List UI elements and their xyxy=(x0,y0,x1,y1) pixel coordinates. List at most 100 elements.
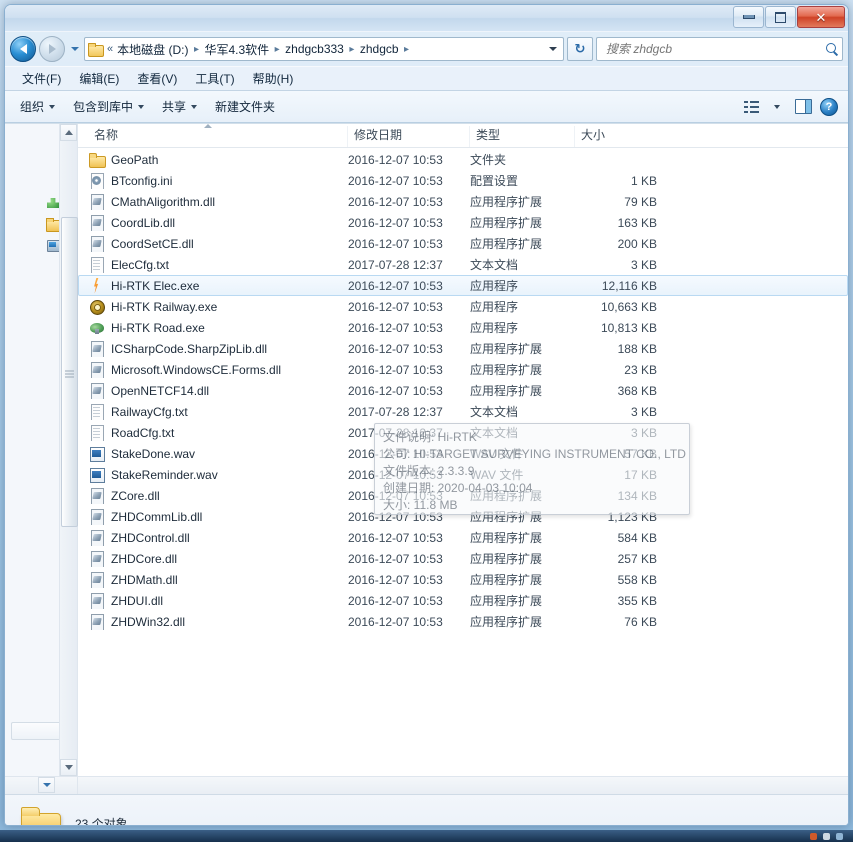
table-row[interactable]: ZHDWin32.dll 2016-12-07 10:53 应用程序扩展 76 KB xyxy=(78,611,848,632)
file-name-label: GeoPath xyxy=(111,152,159,167)
close-button[interactable]: ✕ xyxy=(797,6,845,28)
table-row[interactable]: ZHDUI.dll 2016-12-07 10:53 应用程序扩展 355 KB xyxy=(78,590,848,611)
file-name-cell: BTconfig.ini xyxy=(89,172,348,189)
column-header-size[interactable]: 大小 xyxy=(574,126,670,147)
chevron-down-icon xyxy=(138,104,145,109)
table-row[interactable]: Microsoft.WindowsCE.Forms.dll 2016-12-07 … xyxy=(78,359,848,380)
menu-help[interactable]: 帮助(H) xyxy=(244,67,303,90)
include-in-library-button[interactable]: 包含到库中 xyxy=(64,94,153,119)
breadcrumb-overflow[interactable]: « xyxy=(105,43,115,55)
file-name-label: BTconfig.ini xyxy=(111,173,173,188)
dll-file-icon xyxy=(89,193,105,210)
table-row[interactable]: RailwayCfg.txt 2017-07-28 12:37 文本文档 3 KB xyxy=(78,401,848,422)
file-type-cell: 应用程序扩展 xyxy=(470,594,543,608)
text-file-icon xyxy=(89,403,105,420)
file-type-cell: 应用程序 xyxy=(470,300,519,314)
back-button[interactable] xyxy=(10,36,36,62)
table-row[interactable]: RoadCfg.txt 2017-07-28 12:37 文本文档 3 KB xyxy=(78,422,848,443)
table-row[interactable]: ZHDMath.dll 2016-12-07 10:53 应用程序扩展 558 KB xyxy=(78,569,848,590)
table-row[interactable]: ICSharpCode.SharpZipLib.dll 2016-12-07 10… xyxy=(78,338,848,359)
breadcrumb-item-1[interactable]: 华军4.3软件 xyxy=(202,39,271,60)
breadcrumb-separator[interactable]: ▸ xyxy=(401,44,413,55)
status-item-count: 23 个对象 xyxy=(75,817,128,826)
navpane-dropdown-button[interactable] xyxy=(38,777,55,793)
breadcrumb-item-3[interactable]: zhdgcb xyxy=(358,40,401,58)
table-row[interactable]: ZCore.dll 2016-12-07 10:53 应用程序扩展 134 KB xyxy=(78,485,848,506)
column-header-name[interactable]: 名称 xyxy=(88,124,347,147)
tray-icon-2[interactable] xyxy=(823,832,830,840)
new-folder-button[interactable]: 新建文件夹 xyxy=(206,94,284,119)
file-name-cell: GeoPath xyxy=(89,152,348,168)
table-row[interactable]: OpenNETCF14.dll 2016-12-07 10:53 应用程序扩展 368… xyxy=(78,380,848,401)
menu-file[interactable]: 文件(F) xyxy=(13,67,70,90)
file-rows: GeoPath 2016-12-07 10:53 文件夹 BTconfig.ini 20… xyxy=(78,148,848,632)
table-row[interactable]: StakeReminder.wav 2016-12-07 10:53 WAV 文件 1… xyxy=(78,464,848,485)
help-icon: ? xyxy=(820,97,838,116)
table-row[interactable]: Hi-RTK Railway.exe 2016-12-07 10:53 应用程序 10… xyxy=(78,296,848,317)
table-row[interactable]: ZHDCommLib.dll 2016-12-07 10:53 应用程序扩展 1,12… xyxy=(78,506,848,527)
file-date-cell: 2017-07-28 12:37 xyxy=(348,404,443,419)
file-name-label: ZHDMath.dll xyxy=(111,572,178,587)
scrollbar-thumb[interactable] xyxy=(61,217,78,527)
file-size-cell: 257 KB xyxy=(617,551,657,566)
search-input[interactable] xyxy=(604,41,825,57)
dll-file-icon xyxy=(89,361,105,378)
maximize-button[interactable] xyxy=(765,6,796,28)
column-header-date[interactable]: 修改日期 xyxy=(347,126,469,147)
file-type-cell: 应用程序 xyxy=(470,279,519,293)
address-bar[interactable]: « 本地磁盘 (D:) ▸ 华军4.3软件 ▸ zhdgcb333 ▸ zhdg… xyxy=(84,37,564,61)
taskbar[interactable] xyxy=(0,830,853,842)
file-size-cell: 10,813 KB xyxy=(600,320,657,335)
table-row[interactable]: Hi-RTK Road.exe 2016-12-07 10:53 应用程序 10,81… xyxy=(78,317,848,338)
breadcrumb-item-0[interactable]: 本地磁盘 (D:) xyxy=(115,39,190,60)
table-row[interactable]: Hi-RTK Elec.exe 2016-12-07 10:53 应用程序 12,11… xyxy=(78,275,848,296)
menu-view[interactable]: 查看(V) xyxy=(128,67,186,90)
navigation-pane-scrollbar[interactable] xyxy=(59,124,78,776)
breadcrumb-separator[interactable]: ▸ xyxy=(190,44,202,55)
table-row[interactable]: ZHDControl.dll 2016-12-07 10:53 应用程序扩展 584 … xyxy=(78,527,848,548)
breadcrumb-separator[interactable]: ▸ xyxy=(346,44,358,55)
change-view-button[interactable] xyxy=(738,96,764,118)
table-row[interactable]: BTconfig.ini 2016-12-07 10:53 配置设置 1 KB xyxy=(78,170,848,191)
file-type-cell: 配置设置 xyxy=(470,174,519,188)
organize-button[interactable]: 组织 xyxy=(11,94,64,119)
change-view-dropdown[interactable] xyxy=(764,96,790,118)
explorer-window: ✕ « 本地磁盘 (D:) ▸ 华军4.3软件 ▸ zhdgcb333 ▸ zh… xyxy=(4,4,849,826)
preview-pane-button[interactable] xyxy=(790,96,816,118)
dll-file-icon xyxy=(89,508,105,525)
table-row[interactable]: ZHDCore.dll 2016-12-07 10:53 应用程序扩展 257 KB xyxy=(78,548,848,569)
breadcrumb-separator[interactable]: ▸ xyxy=(271,44,283,55)
address-dropdown-button[interactable] xyxy=(545,39,561,59)
table-row[interactable]: CMathAligorithm.dll 2016-12-07 10:53 应用程序扩… xyxy=(78,191,848,212)
dll-file-icon xyxy=(89,592,105,609)
table-row[interactable]: GeoPath 2016-12-07 10:53 文件夹 xyxy=(78,149,848,170)
tray-icon-1[interactable] xyxy=(810,832,817,840)
file-size-cell: 188 KB xyxy=(617,341,657,356)
scroll-up-button[interactable] xyxy=(60,124,77,141)
recent-locations-button[interactable] xyxy=(68,39,81,59)
minimize-button[interactable] xyxy=(733,6,764,28)
table-row[interactable]: StakeDone.wav 2016-12-07 10:53 WAV 文件 57 KB xyxy=(78,443,848,464)
file-date-cell: 2016-12-07 10:53 xyxy=(348,320,443,335)
table-row[interactable]: CoordSetCE.dll 2016-12-07 10:53 应用程序扩展 200 … xyxy=(78,233,848,254)
search-icon[interactable] xyxy=(825,42,839,56)
menu-edit[interactable]: 编辑(E) xyxy=(70,67,128,90)
help-button[interactable]: ? xyxy=(816,96,842,118)
menu-tools[interactable]: 工具(T) xyxy=(186,67,243,90)
chevron-down-icon xyxy=(70,47,79,51)
table-row[interactable]: ElecCfg.txt 2017-07-28 12:37 文本文档 3 KB xyxy=(78,254,848,275)
tray-icon-3[interactable] xyxy=(836,832,843,840)
table-row[interactable]: CoordLib.dll 2016-12-07 10:53 应用程序扩展 163 KB xyxy=(78,212,848,233)
breadcrumb-item-2[interactable]: zhdgcb333 xyxy=(283,40,346,58)
scroll-down-button[interactable] xyxy=(60,759,77,776)
forward-button[interactable] xyxy=(39,36,65,62)
column-header-type[interactable]: 类型 xyxy=(469,126,574,147)
share-button[interactable]: 共享 xyxy=(153,94,206,119)
file-size-cell: 584 KB xyxy=(617,530,657,545)
file-type-cell: 文本文档 xyxy=(470,405,519,419)
breadcrumb: 本地磁盘 (D:) ▸ 华军4.3软件 ▸ zhdgcb333 ▸ zhdgcb… xyxy=(115,39,545,60)
search-box[interactable] xyxy=(596,37,843,61)
refresh-button[interactable]: ↻ xyxy=(567,37,593,61)
file-name-cell: ZHDCommLib.dll xyxy=(89,508,348,525)
dll-file-icon xyxy=(89,571,105,588)
